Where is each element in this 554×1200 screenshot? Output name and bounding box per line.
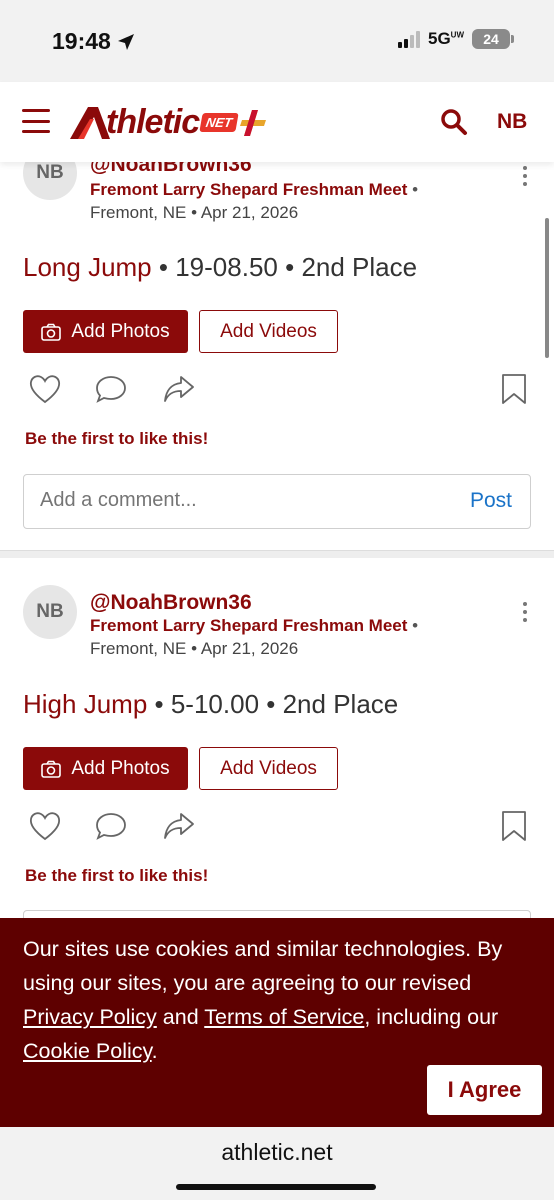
camera-icon <box>41 323 62 341</box>
privacy-policy-link[interactable]: Privacy Policy <box>23 1005 157 1029</box>
add-videos-button[interactable]: Add Videos <box>199 747 338 790</box>
result-place: 2nd Place <box>282 689 399 719</box>
comment-box: Post <box>23 474 531 529</box>
result-line: High Jump • 5-10.00 • 2nd Place <box>23 689 399 719</box>
feed-post: NB @NoahBrown36 Fremont Larry Shepard Fr… <box>0 162 554 552</box>
result-line: Long Jump • 19-08.50 • 2nd Place <box>23 252 418 282</box>
add-photos-button[interactable]: Add Photos <box>23 310 188 353</box>
more-options-icon[interactable] <box>523 166 531 186</box>
share-arrow-icon[interactable] <box>162 809 196 843</box>
status-bar: 19:48 5GUW 24 <box>0 0 554 82</box>
agree-button[interactable]: I Agree <box>427 1065 542 1115</box>
post-divider <box>0 550 554 558</box>
like-heart-icon[interactable] <box>28 372 62 406</box>
bookmark-icon[interactable] <box>497 809 531 843</box>
meet-name[interactable]: Fremont Larry Shepard Freshman Meet • <box>90 616 418 636</box>
avatar[interactable]: NB <box>23 162 77 200</box>
clock: 19:48 <box>52 28 111 54</box>
logo-net-badge: NET <box>199 112 239 132</box>
logo-wordmark: thletic <box>106 102 200 141</box>
add-photos-button[interactable]: Add Photos <box>23 747 188 790</box>
result-place: 2nd Place <box>301 252 418 282</box>
status-time: 19:48 <box>52 28 135 55</box>
battery-icon: 24 <box>472 29 514 49</box>
add-videos-button[interactable]: Add Videos <box>199 310 338 353</box>
feed-post: NB @NoahBrown36 Fremont Larry Shepard Fr… <box>0 558 554 965</box>
meet-location-date: Fremont, NE • Apr 21, 2026 <box>90 203 299 222</box>
app-header: thletic NET NB <box>0 82 554 162</box>
athletic-net-logo[interactable]: thletic NET <box>68 100 269 144</box>
avatar[interactable]: NB <box>23 585 77 639</box>
like-prompt: Be the first to like this! <box>25 866 209 885</box>
like-heart-icon[interactable] <box>28 809 62 843</box>
bookmark-icon[interactable] <box>497 372 531 406</box>
terms-of-service-link[interactable]: Terms of Service <box>204 1005 364 1029</box>
status-indicators: 5GUW 24 <box>397 29 514 49</box>
meet-name[interactable]: Fremont Larry Shepard Freshman Meet • <box>90 180 418 200</box>
user-initials-button[interactable]: NB <box>497 110 527 134</box>
plus-icon <box>240 110 267 136</box>
menu-icon[interactable] <box>22 109 50 133</box>
like-prompt: Be the first to like this! <box>25 429 209 448</box>
search-icon[interactable] <box>440 108 468 136</box>
comment-bubble-icon[interactable] <box>94 372 128 406</box>
network-type: 5GUW <box>427 29 464 48</box>
camera-icon <box>41 760 62 778</box>
result-mark: 19-08.50 <box>175 252 278 282</box>
event-name[interactable]: High Jump <box>23 689 147 719</box>
scrollbar[interactable] <box>545 218 549 358</box>
share-arrow-icon[interactable] <box>162 372 196 406</box>
location-arrow-icon <box>117 33 134 50</box>
post-comment-button[interactable]: Post <box>470 489 512 513</box>
more-options-icon[interactable] <box>523 602 531 622</box>
signal-icon <box>397 30 420 48</box>
url-domain[interactable]: athletic.net <box>0 1139 554 1166</box>
cookie-policy-link[interactable]: Cookie Policy <box>23 1039 152 1063</box>
comment-input[interactable] <box>40 489 420 512</box>
user-handle[interactable]: @NoahBrown36 <box>90 162 252 177</box>
comment-bubble-icon[interactable] <box>94 809 128 843</box>
event-name[interactable]: Long Jump <box>23 252 152 282</box>
user-handle[interactable]: @NoahBrown36 <box>90 591 252 615</box>
cookie-message: Our sites use cookies and similar techno… <box>23 937 503 1063</box>
cookie-banner: Our sites use cookies and similar techno… <box>0 918 554 1127</box>
home-indicator[interactable] <box>176 1184 376 1190</box>
result-mark: 5-10.00 <box>170 689 260 719</box>
meet-location-date: Fremont, NE • Apr 21, 2026 <box>90 639 299 658</box>
